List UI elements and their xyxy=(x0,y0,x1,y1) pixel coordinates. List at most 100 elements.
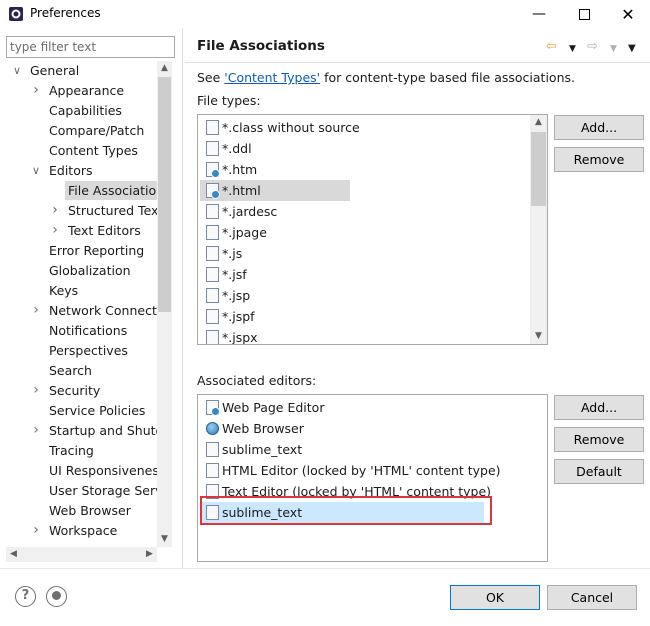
expand-chevron-icon[interactable]: ∨ xyxy=(12,61,22,80)
list-item[interactable]: Web Browser xyxy=(200,418,484,439)
scroll-up-icon[interactable]: ▲ xyxy=(157,61,172,76)
list-item[interactable]: Web Page Editor xyxy=(200,397,484,418)
tree-item-label: Content Types xyxy=(49,143,138,158)
list-item[interactable]: *.class without source xyxy=(200,117,360,138)
tree-item[interactable]: Keys xyxy=(46,281,172,300)
collapse-chevron-icon[interactable]: › xyxy=(31,81,41,100)
tree-item[interactable]: Compare/Patch xyxy=(46,121,172,140)
tree-item-label: Tracing xyxy=(49,443,94,458)
associated-editors-list[interactable]: Web Page Editor Web Browser sublime_text HT… xyxy=(197,394,548,562)
tree-item[interactable]: › Security xyxy=(33,381,172,400)
list-item-label: HTML Editor (locked by 'HTML' content ty… xyxy=(222,463,501,478)
add-editor-button[interactable]: Add... xyxy=(554,395,644,420)
tree-item[interactable]: › Workspace xyxy=(33,521,172,540)
record-icon[interactable] xyxy=(46,586,67,607)
scroll-left-icon[interactable]: ◀ xyxy=(6,547,21,562)
list-item[interactable]: HTML Editor (locked by 'HTML' content ty… xyxy=(200,460,501,481)
tree-item[interactable]: Content Types xyxy=(46,141,172,160)
tree-item[interactable]: Globalization xyxy=(46,261,172,280)
tree-item[interactable]: Search xyxy=(46,361,172,380)
file-types-list[interactable]: *.class without source *.ddl *.htm *.html *.… xyxy=(197,114,548,345)
help-icon[interactable]: ? xyxy=(15,586,36,607)
list-item[interactable]: *.jsp xyxy=(200,285,350,306)
list-item[interactable]: *.js xyxy=(200,243,350,264)
collapse-chevron-icon[interactable]: › xyxy=(50,221,60,240)
list-item-label: *.html xyxy=(222,183,261,198)
web-file-icon xyxy=(206,162,220,178)
tree-item-label: Text Editors xyxy=(68,223,141,238)
preference-tree[interactable]: ∨ General › Appearance Capabilities Compare/P… xyxy=(6,61,172,547)
tree-item[interactable]: Notifications xyxy=(46,321,172,340)
scroll-down-icon[interactable]: ▼ xyxy=(531,329,546,344)
tree-item[interactable]: UI Responsiveness xyxy=(46,461,172,480)
globe-icon xyxy=(206,422,219,435)
tree-item[interactable]: File Associations xyxy=(65,181,172,200)
tree-item[interactable]: › Startup and Shutdown xyxy=(33,421,172,440)
tree-item-label: Web Browser xyxy=(49,503,131,518)
list-item[interactable]: *.jpage xyxy=(200,222,350,243)
footer-separator xyxy=(0,568,650,569)
tree-item[interactable]: Capabilities xyxy=(46,101,172,120)
collapse-chevron-icon[interactable]: › xyxy=(50,201,60,220)
back-dropdown-icon[interactable]: ▼ xyxy=(569,42,576,56)
filter-input[interactable] xyxy=(6,36,175,58)
list-item-label: *.jsf xyxy=(222,267,247,282)
tree-item[interactable]: Tracing xyxy=(46,441,172,460)
tree-item[interactable]: › Structured Text xyxy=(52,201,172,220)
tree-item-label: Workspace xyxy=(49,523,118,538)
collapse-chevron-icon[interactable]: › xyxy=(31,521,41,540)
tree-item[interactable]: › Appearance xyxy=(33,81,172,100)
collapse-chevron-icon[interactable]: › xyxy=(31,421,41,440)
list-item[interactable]: *.html xyxy=(200,180,350,201)
tree-item-label: Keys xyxy=(49,283,79,298)
minimize-icon[interactable]: — xyxy=(517,0,561,28)
collapse-chevron-icon[interactable]: › xyxy=(31,301,41,320)
list-item[interactable]: *.jspf xyxy=(200,306,350,327)
list-item[interactable]: *.jspx xyxy=(200,327,350,344)
list-item-label: *.jspf xyxy=(222,309,255,324)
text-file-icon xyxy=(206,330,219,344)
list-item[interactable]: *.jardesc xyxy=(200,201,350,222)
tree-item[interactable]: Error Reporting xyxy=(46,241,172,260)
default-editor-button[interactable]: Default xyxy=(554,459,644,484)
tree-item[interactable]: Service Policies xyxy=(46,401,172,420)
content-types-link[interactable]: 'Content Types' xyxy=(224,70,320,85)
remove-editor-button[interactable]: Remove xyxy=(554,427,644,452)
list-item[interactable]: sublime_text xyxy=(200,439,484,460)
tree-item[interactable]: ∨ General xyxy=(13,61,172,80)
view-menu-icon[interactable]: ▼ xyxy=(628,42,636,56)
java-file-icon xyxy=(206,225,219,240)
tree-item[interactable]: › Text Editors xyxy=(52,221,172,240)
remove-file-type-button[interactable]: Remove xyxy=(554,147,644,172)
ok-button[interactable]: OK xyxy=(450,585,540,610)
tree-item[interactable]: Perspectives xyxy=(46,341,172,360)
tree-scroll-thumb[interactable] xyxy=(158,77,171,312)
tree-item[interactable]: › Network Connections xyxy=(33,301,172,320)
tree-item[interactable]: Web Browser xyxy=(46,501,172,520)
forward-dropdown-icon[interactable]: ▼ xyxy=(610,42,617,56)
text-file-icon xyxy=(206,442,219,457)
list-item[interactable]: *.htm xyxy=(200,159,350,180)
file-types-scroll-thumb[interactable] xyxy=(531,132,546,206)
tree-item[interactable]: ∨ Editors xyxy=(32,161,172,180)
scroll-down-icon[interactable]: ▼ xyxy=(157,532,172,547)
tree-item-label: Error Reporting xyxy=(49,243,145,258)
scroll-up-icon[interactable]: ▲ xyxy=(531,115,546,130)
tree-horizontal-scrollbar[interactable]: ◀ ▶ xyxy=(6,547,157,562)
back-arrow-icon[interactable]: ⇦ xyxy=(546,40,557,54)
list-item[interactable]: *.jsf xyxy=(200,264,350,285)
list-item[interactable]: *.ddl xyxy=(200,138,350,159)
tree-item-label: Notifications xyxy=(49,323,128,338)
expand-chevron-icon[interactable]: ∨ xyxy=(31,161,41,180)
tree-item[interactable]: User Storage Service xyxy=(46,481,172,500)
pane-divider[interactable] xyxy=(182,28,183,568)
add-file-type-button[interactable]: Add... xyxy=(554,115,644,140)
scroll-right-icon[interactable]: ▶ xyxy=(142,547,157,562)
maximize-icon[interactable] xyxy=(562,0,606,28)
tree-item-label: Startup and Shutdown xyxy=(49,423,172,438)
close-icon[interactable]: ✕ xyxy=(606,0,650,28)
eclipse-app-icon xyxy=(9,7,23,21)
collapse-chevron-icon[interactable]: › xyxy=(31,381,41,400)
forward-arrow-icon[interactable]: ⇨ xyxy=(587,40,598,54)
cancel-button[interactable]: Cancel xyxy=(547,585,637,610)
